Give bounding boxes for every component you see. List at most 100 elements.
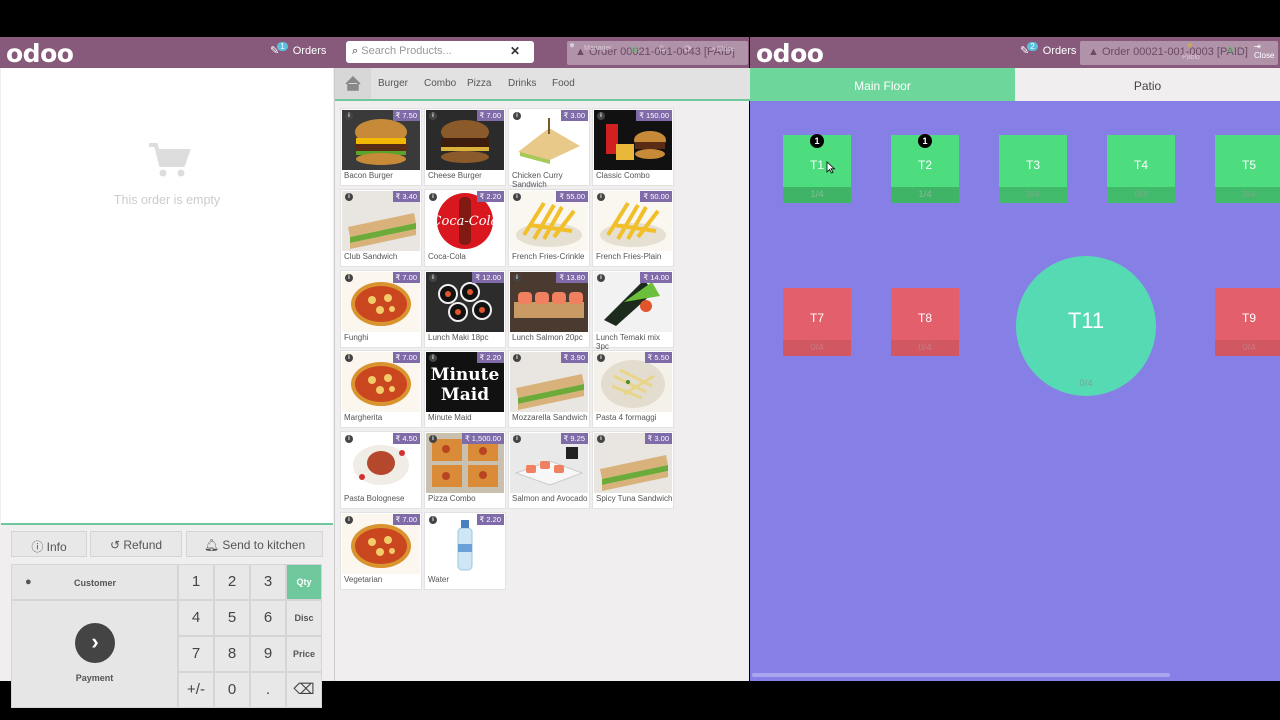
category-drinks[interactable]: Drinks (508, 78, 536, 89)
product-classic-combo[interactable]: i ₹ 150.00 Classic Combo (592, 108, 674, 186)
info-icon[interactable]: i (429, 435, 437, 443)
backspace-button[interactable]: ⌫ (286, 672, 322, 708)
product-cheese-burger[interactable]: i ₹ 7.00 Cheese Burger (424, 108, 506, 186)
numpad-key-5[interactable]: 5 (214, 600, 250, 636)
info-icon[interactable]: i (345, 354, 353, 362)
info-icon[interactable]: i (597, 435, 605, 443)
info-icon[interactable]: i (429, 274, 437, 282)
table-seats: 0/4 (1215, 187, 1280, 203)
product-lunch-salmon-20pc[interactable]: i ₹ 13.80 Lunch Salmon 20pc (508, 270, 590, 348)
numpad-key-9[interactable]: 9 (250, 636, 286, 672)
numpad-key-0[interactable]: 0 (214, 672, 250, 708)
info-icon[interactable]: i (345, 516, 353, 524)
numpad-key-decimal[interactable]: . (250, 672, 286, 708)
sync-icon[interactable]: ⟳ (684, 44, 692, 55)
table-t8[interactable]: T8 0/4 (891, 288, 959, 356)
info-icon[interactable]: i (345, 112, 353, 120)
refund-button[interactable]: ↺ Refund (90, 531, 182, 557)
product-french-fries-crinkle[interactable]: i ₹ 55.00 French Fries-Crinkle (508, 189, 590, 267)
info-icon[interactable]: i (513, 193, 521, 201)
mode-disc-button[interactable]: Disc (286, 600, 322, 636)
product-pasta-bolognese[interactable]: i ₹ 4.50 Pasta Bolognese (340, 431, 422, 509)
floor-orders-button[interactable]: ✎2 Orders (1020, 42, 1076, 57)
product-minute-maid[interactable]: Minute Maid i ₹ 2.20 Minute Maid (424, 350, 506, 428)
product-lunch-temaki-mix-3pc[interactable]: i ₹ 14.00 Lunch Temaki mix 3pc (592, 270, 674, 351)
product-mozzarella-sandwich[interactable]: i ₹ 3.90 Mozzarella Sandwich (508, 350, 590, 428)
mode-qty-button[interactable]: Qty (286, 564, 322, 600)
info-icon[interactable]: i (345, 274, 353, 282)
numpad-key-4[interactable]: 4 (178, 600, 214, 636)
table-t3[interactable]: T3 0/4 (999, 135, 1067, 203)
info-icon[interactable]: i (345, 193, 353, 201)
product-pizza-combo[interactable]: i ₹ 1,500.00 Pizza Combo (424, 431, 506, 509)
tab-main-floor[interactable]: Main Floor (750, 68, 1015, 101)
info-icon[interactable]: i (513, 274, 521, 282)
table-t9[interactable]: T9 0/4 (1215, 288, 1280, 356)
table-t1[interactable]: 1 T1 1/4 (783, 134, 851, 203)
info-icon[interactable]: i (513, 354, 521, 362)
product-bacon-burger[interactable]: i ₹ 7.50 Bacon Burger (340, 108, 422, 186)
info-icon[interactable]: i (429, 354, 437, 362)
table-t5[interactable]: T5 0/4 (1215, 135, 1280, 203)
numpad-key-1[interactable]: 1 (178, 564, 214, 600)
clear-search-icon[interactable]: ✕ (510, 44, 520, 58)
info-icon[interactable]: i (429, 516, 437, 524)
table-seats: 0/4 (1107, 187, 1175, 203)
table-t11[interactable]: T11 0/4 (1016, 256, 1156, 396)
floor-tabs: Main Floor Patio (750, 68, 1280, 101)
product-name: Cheese Burger (428, 171, 482, 180)
send-to-kitchen-button[interactable]: 🔔︎ Send to kitchen (186, 531, 323, 557)
search-input[interactable]: ⌕ Search Products... ✕ (346, 41, 534, 63)
numpad-key-7[interactable]: 7 (178, 636, 214, 672)
product-name: French Fries-Plain (596, 252, 662, 261)
product-chicken-curry-sandwich[interactable]: i ₹ 3.00 Chicken Curry Sandwich (508, 108, 590, 189)
info-icon[interactable]: i (513, 435, 521, 443)
category-burger[interactable]: Burger (378, 78, 408, 89)
info-icon[interactable]: i (429, 112, 437, 120)
product-french-fries-plain[interactable]: i ₹ 50.00 French Fries-Plain (592, 189, 674, 267)
floor-close-button[interactable]: ⇥ Close (1254, 42, 1274, 60)
info-button[interactable]: ⓘ Info (11, 531, 87, 557)
table-t2[interactable]: 1 T2 1/4 (891, 134, 959, 203)
product-coca-cola[interactable]: Coca-Cola i ₹ 2.20 Coca-Cola (424, 189, 506, 267)
product-club-sandwich[interactable]: i ₹ 3.40 Club Sandwich (340, 189, 422, 267)
category-combo[interactable]: Combo (424, 78, 456, 89)
info-icon[interactable]: i (597, 354, 605, 362)
home-button[interactable] (335, 68, 371, 99)
product-lunch-maki-18pc[interactable]: i ₹ 12.00 Lunch Maki 18pc (424, 270, 506, 348)
orders-button[interactable]: ✎1 Orders (270, 42, 326, 57)
tab-patio[interactable]: Patio (1015, 68, 1280, 101)
numpad-key-2[interactable]: 2 (214, 564, 250, 600)
product-funghi[interactable]: i ₹ 7.00 Funghi (340, 270, 422, 348)
info-icon[interactable]: i (597, 274, 605, 282)
info-icon[interactable]: i (345, 435, 353, 443)
product-pasta-4-formaggi[interactable]: i ₹ 5.50 Pasta 4 formaggi (592, 350, 674, 428)
table-seats: 1/4 (783, 187, 851, 203)
info-icon[interactable]: i (597, 112, 605, 120)
numpad-key-plus-minus[interactable]: +/- (178, 672, 214, 708)
product-spicy-tuna-sandwich[interactable]: i ₹ 3.00 Spicy Tuna Sandwich (592, 431, 674, 509)
numpad-key-8[interactable]: 8 (214, 636, 250, 672)
table-t4[interactable]: T4 0/4 (1107, 135, 1175, 203)
mode-price-button[interactable]: Price (286, 636, 322, 672)
horizontal-scrollbar[interactable] (752, 673, 1170, 677)
customer-button[interactable]: ● Customer (11, 564, 178, 600)
table-t7[interactable]: T7 0/4 (783, 288, 851, 356)
chef-hat-icon[interactable]: ♨ (658, 43, 667, 54)
product-margherita[interactable]: i ₹ 7.00 Margherita (340, 350, 422, 428)
numpad-key-3[interactable]: 3 (250, 564, 286, 600)
info-icon[interactable]: i (429, 193, 437, 201)
floor-user-avatar[interactable]: ● (1187, 40, 1193, 51)
info-icon[interactable]: i (597, 193, 605, 201)
category-food[interactable]: Food (552, 78, 575, 89)
info-icon[interactable]: i (513, 112, 521, 120)
product-water[interactable]: i ₹ 2.20 Water (424, 512, 506, 590)
close-button[interactable]: ⇥ Close (709, 45, 735, 53)
category-bar: Burger Combo Pizza Drinks Food (335, 68, 750, 101)
user-avatar[interactable]: ● (569, 40, 575, 51)
product-salmon-and-avocado[interactable]: i ₹ 9.25 Salmon and Avocado (508, 431, 590, 509)
category-pizza[interactable]: Pizza (467, 78, 491, 89)
payment-button[interactable]: › Payment (11, 600, 178, 708)
numpad-key-6[interactable]: 6 (250, 600, 286, 636)
product-vegetarian[interactable]: i ₹ 7.00 Vegetarian (340, 512, 422, 590)
